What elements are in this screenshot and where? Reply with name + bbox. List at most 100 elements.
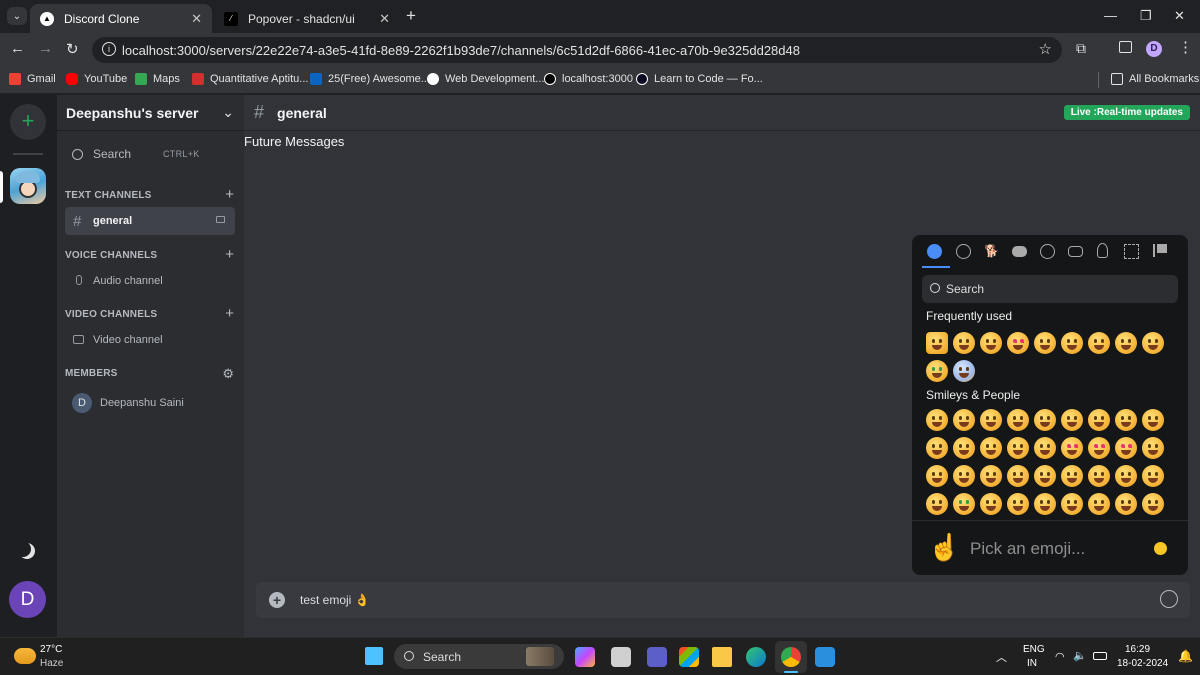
user-avatar[interactable]: D [9,581,46,618]
zany-emoji[interactable] [1142,465,1164,487]
grinning-face-emoji[interactable] [926,409,948,431]
grinning-emoji[interactable] [953,332,975,354]
yum-emoji[interactable] [1061,465,1083,487]
theme-toggle-moon-icon[interactable] [19,543,35,559]
server-header[interactable]: Deepanshu's server ⌄ [57,95,244,131]
vscode-icon[interactable] [815,647,835,667]
bookmark-youtube[interactable]: YouTube [66,73,127,85]
battery-icon[interactable] [1093,652,1107,660]
slight-smile-emoji[interactable] [1142,409,1164,431]
saluting-emoji[interactable] [1088,493,1110,515]
emoji-search-field[interactable]: Search [922,275,1178,303]
all-bookmarks[interactable]: All Bookmarks [1111,73,1199,85]
bookmark-star-icon[interactable]: ☆ [1039,40,1052,58]
reload-icon[interactable]: ↻ [66,40,79,58]
start-button[interactable] [365,647,383,665]
winking-tongue-emoji[interactable] [1115,465,1137,487]
add-attachment-button[interactable]: + [269,592,285,608]
message-input-bar[interactable]: + test emoji 👌 [256,582,1190,618]
category-smileys-icon[interactable] [956,244,971,259]
close-tab-icon[interactable]: ✕ [379,11,390,27]
emoji-toggle-icon[interactable] [1160,590,1178,608]
bookmark-localhost[interactable]: localhost:3000 [544,73,633,85]
squinting-tongue-emoji[interactable] [926,493,948,515]
close-window-icon[interactable]: ✕ [1174,8,1185,24]
minimize-icon[interactable]: — [1104,8,1117,23]
sweat-smile-emoji[interactable] [1088,332,1110,354]
laughing-emoji[interactable] [1034,332,1056,354]
kissing-heart-emoji[interactable] [1142,437,1164,459]
file-explorer-icon[interactable] [712,647,732,667]
clock-time[interactable]: 16:29 [1125,644,1150,655]
language-top[interactable]: ENG [1023,644,1045,655]
star-struck-emoji[interactable] [1007,332,1029,354]
cowboy-emoji[interactable] [1142,493,1164,515]
add-video-channel-icon[interactable]: + [225,305,234,322]
forward-icon[interactable]: → [38,40,53,57]
smile-emoji[interactable] [980,409,1002,431]
money-mouth-emoji[interactable] [926,360,948,382]
upside-down-emoji[interactable] [926,437,948,459]
sidepanel-icon[interactable] [1119,41,1132,53]
message-input-text[interactable]: test emoji 👌 [300,593,370,607]
kissing-face-emoji[interactable] [926,465,948,487]
grin-emoji[interactable] [1007,409,1029,431]
bookmark-quant[interactable]: Quantitative Aptitu... [192,73,308,85]
smiling-hearts-emoji[interactable] [1061,437,1083,459]
category-flags-icon[interactable] [1153,244,1167,257]
add-server-button[interactable]: + [10,104,46,140]
hugging-emoji[interactable] [980,493,1002,515]
hand-over-mouth-emoji[interactable] [1007,493,1029,515]
tongue-out-emoji[interactable] [1088,465,1110,487]
laughing-face-emoji[interactable] [1034,409,1056,431]
thinking-emoji[interactable] [1115,493,1137,515]
close-tab-icon[interactable]: ✕ [191,11,202,27]
category-recent-icon[interactable] [927,244,942,259]
skin-tone-selector[interactable] [1154,542,1167,555]
bookmark-awesome[interactable]: 25(Free) Awesome... [310,73,430,85]
bookmark-fcc[interactable]: Learn to Code — Fo... [636,73,763,85]
back-icon[interactable]: ← [10,40,25,57]
new-tab-button[interactable]: + [406,6,416,26]
tab-popover-shadcn[interactable]: ⁄ Popover - shadcn/ui ✕ [214,4,400,33]
rofl-emoji[interactable] [1088,409,1110,431]
joy-emoji[interactable] [1115,332,1137,354]
wink-emoji[interactable] [980,437,1002,459]
copilot-icon[interactable] [575,647,595,667]
thumbs-up-emoji[interactable] [926,332,948,354]
innocent-emoji[interactable] [1034,437,1056,459]
task-view-icon[interactable] [611,647,631,667]
bookmark-gmail[interactable]: Gmail [9,73,56,85]
member-row[interactable]: D Deepanshu Saini [65,391,235,415]
joy-face-emoji[interactable] [1115,409,1137,431]
extensions-icon[interactable]: ⧉ [1076,40,1086,57]
category-travel-icon[interactable] [1068,246,1083,257]
server-avatar[interactable] [10,168,46,204]
site-info-icon[interactable]: i [102,42,116,56]
chrome-icon[interactable] [781,647,801,667]
profile-avatar[interactable]: D [1146,41,1162,57]
scream-emoji[interactable] [953,360,975,382]
channel-audio[interactable]: Audio channel [65,267,235,295]
browser-menu-icon[interactable]: ⋮ [1178,38,1193,56]
peeking-emoji[interactable] [1034,493,1056,515]
edge-icon[interactable] [746,647,766,667]
category-animals-icon[interactable]: 🐕 [984,244,999,258]
search-button[interactable]: Search CTRL+K [65,142,235,166]
blush-emoji[interactable] [1007,437,1029,459]
smiley-emoji[interactable] [953,409,975,431]
chevron-up-icon[interactable]: ︿ [996,649,1007,665]
relaxed-emoji[interactable] [953,465,975,487]
channel-general[interactable]: # general [65,207,235,235]
tab-discord-clone[interactable]: ▲ Discord Clone ✕ [30,4,212,33]
bookmark-webdev[interactable]: Web Development... [427,73,544,85]
tongue-emoji[interactable] [1061,332,1083,354]
add-text-channel-icon[interactable]: + [225,186,234,203]
category-symbols-icon[interactable] [1124,244,1139,259]
notifications-icon[interactable]: 🔔 [1178,649,1193,663]
kiss-emoji[interactable] [980,332,1002,354]
star-eyes-emoji[interactable] [1115,437,1137,459]
smiling-tear-emoji[interactable] [1034,465,1056,487]
address-bar[interactable]: i localhost:3000/servers/22e22e74-a3e5-4… [92,37,1062,63]
wifi-icon[interactable]: ◠ [1055,650,1065,663]
